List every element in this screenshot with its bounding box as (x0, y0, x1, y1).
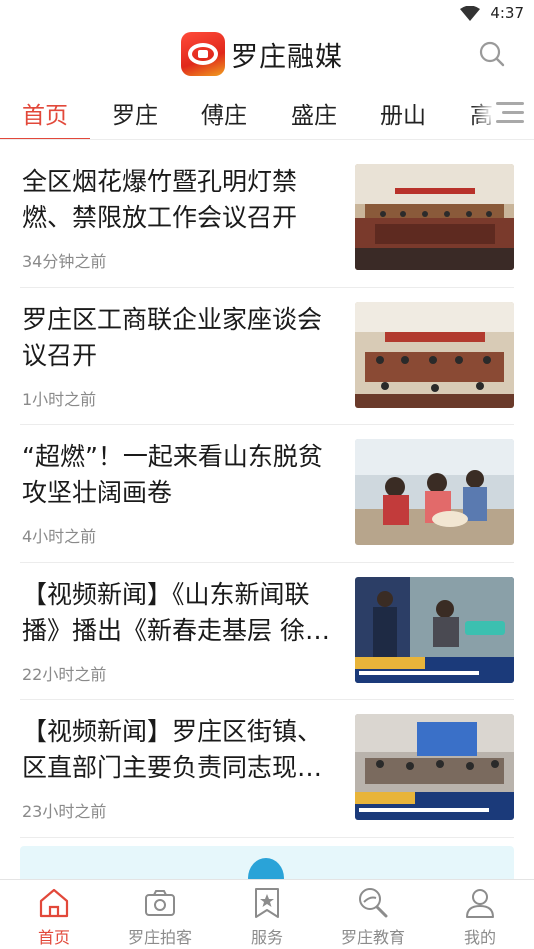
news-time: 34分钟之前 (22, 252, 107, 271)
news-thumbnail (355, 164, 514, 270)
nav-education[interactable]: 罗庄教育 (328, 886, 418, 948)
app-logo (181, 32, 225, 76)
nav-home[interactable]: 首页 (9, 886, 99, 948)
news-title: 【视频新闻】《山东新闻联播》播出《新春走基层 徐… (22, 579, 330, 645)
education-icon (359, 888, 388, 918)
tab-shengzhuang[interactable]: 盛庄 (291, 96, 337, 130)
bottom-nav: 首页 罗庄拍客 服务 罗庄教育 我的 (0, 879, 534, 949)
news-thumbnail (355, 301, 514, 408)
app-name: 罗庄融媒 (231, 41, 343, 73)
news-time: 1小时之前 (22, 389, 97, 409)
bookmark-star-icon (255, 888, 279, 918)
news-time: 23小时之前 (22, 802, 107, 821)
tab-ceshan[interactable]: 册山 (380, 96, 426, 130)
tab-gao[interactable]: 高 (470, 96, 493, 130)
news-item[interactable]: 【视频新闻】罗庄区街镇、区直部门主要负责同志现场… 23小时之前 (20, 700, 514, 838)
news-item[interactable]: 全区烟花爆竹暨孔明灯禁燃、禁限放工作会议召开 34分钟之前 (20, 150, 514, 288)
news-list: 全区烟花爆竹暨孔明灯禁燃、禁限放工作会议召开 34分钟之前 罗庄区工商联企业家座… (20, 150, 514, 838)
news-time: 4小时之前 (22, 527, 97, 546)
channel-menu-icon[interactable] (496, 100, 526, 126)
status-time: 4:37 (490, 4, 524, 22)
news-title: 【视频新闻】罗庄区街镇、区直部门主要负责同志现场… (22, 717, 323, 782)
news-title: 罗庄区工商联企业家座谈会议召开 (22, 304, 323, 370)
status-bar: 4:37 (0, 0, 534, 28)
tab-luozhuang[interactable]: 罗庄 (112, 96, 158, 130)
wifi-icon (460, 5, 481, 21)
news-title: “超燃”！一起来看山东脱贫攻坚壮阔画卷 (22, 442, 323, 507)
profile-icon (466, 889, 494, 918)
tab-fuzhuang[interactable]: 傅庄 (201, 96, 247, 130)
news-item[interactable]: 罗庄区工商联企业家座谈会议召开 1小时之前 (20, 288, 514, 425)
news-title: 全区烟花爆竹暨孔明灯禁燃、禁限放工作会议召开 (22, 167, 298, 232)
news-thumbnail (355, 439, 514, 545)
channel-tabs: 首页 罗庄 傅庄 盛庄 册山 高 (0, 90, 534, 140)
news-item[interactable]: “超燃”！一起来看山东脱贫攻坚壮阔画卷 4小时之前 (20, 425, 514, 563)
app-header: 罗庄融媒 (0, 28, 534, 86)
camera-icon (145, 890, 175, 916)
nav-service[interactable]: 服务 (222, 886, 312, 948)
news-item[interactable]: 【视频新闻】《山东新闻联播》播出《新春走基层 徐… 22小时之前 (20, 563, 514, 700)
search-icon[interactable] (478, 40, 506, 68)
brand: 罗庄融媒 (181, 32, 343, 76)
news-time: 22小时之前 (22, 664, 107, 684)
tab-home[interactable]: 首页 (22, 96, 68, 130)
news-thumbnail (355, 576, 514, 683)
nav-profile[interactable]: 我的 (435, 886, 525, 948)
news-thumbnail (355, 714, 514, 820)
home-icon (39, 888, 69, 918)
nav-photo[interactable]: 罗庄拍客 (115, 886, 205, 948)
